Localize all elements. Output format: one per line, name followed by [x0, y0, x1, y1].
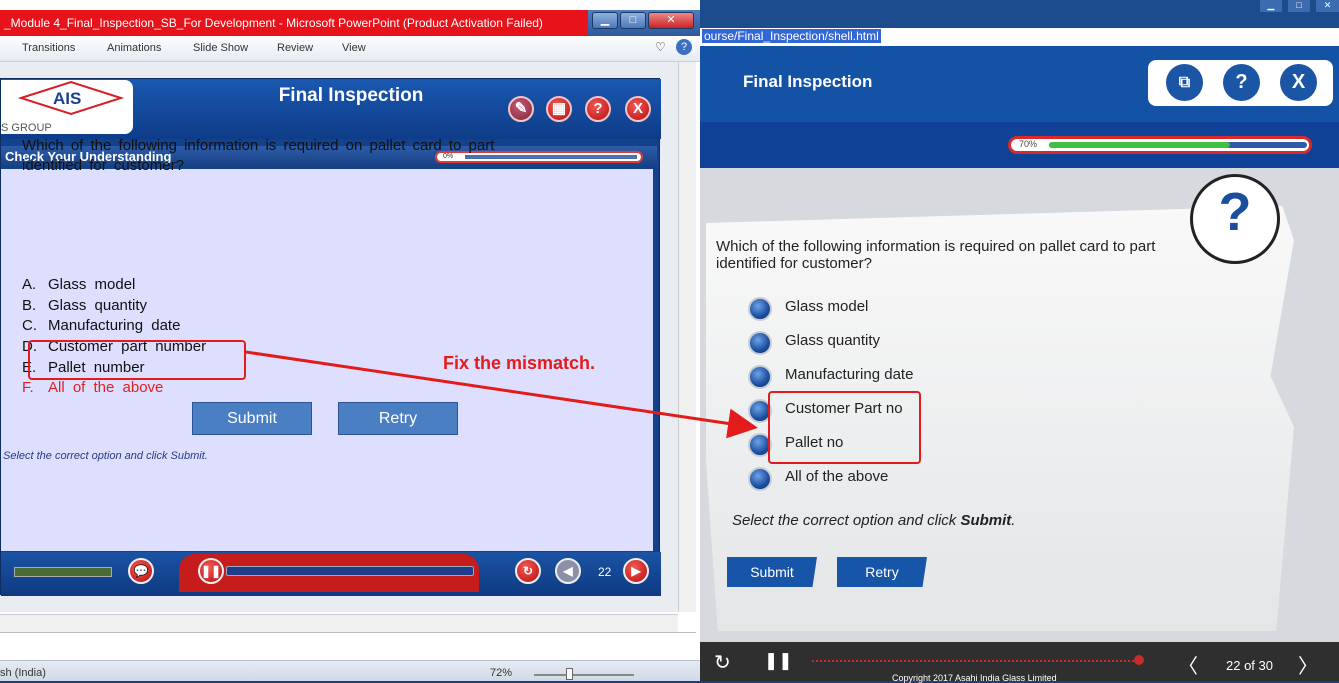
- replay-icon[interactable]: ↻: [515, 558, 541, 584]
- close-icon[interactable]: ✕: [1316, 0, 1339, 12]
- horizontal-scrollbar[interactable]: [0, 614, 678, 632]
- maximize-icon[interactable]: □: [1288, 0, 1310, 12]
- annotation-label: Fix the mismatch.: [443, 353, 596, 373]
- notes-pane[interactable]: [0, 632, 696, 660]
- minimize-icon[interactable]: ▁: [1260, 0, 1282, 12]
- instruction-text: Select the correct option and click Subm…: [3, 450, 208, 462]
- help-icon[interactable]: ?: [676, 39, 692, 55]
- help-icon[interactable]: ?: [585, 96, 611, 122]
- option-b[interactable]: B. Glass quantity: [22, 297, 147, 314]
- question-text: Which of the following information is re…: [716, 238, 1156, 272]
- status-bar: sh (India) 72%: [0, 660, 700, 681]
- highlight-box-right: [768, 391, 921, 464]
- ppt-window-title: _Module 4_Final_Inspection_SB_For Develo…: [0, 10, 588, 36]
- ais-logo: AIS S GROUP: [1, 80, 133, 134]
- url-text: ourse/Final_Inspection/shell.html: [702, 29, 881, 43]
- glossary-icon[interactable]: ✎: [508, 96, 534, 122]
- logo-subtext: S GROUP: [1, 122, 52, 134]
- radio-button[interactable]: [748, 297, 772, 321]
- option-label: Manufacturing date: [48, 317, 181, 334]
- option-label: All of the above: [48, 379, 164, 396]
- instruction-bold: Submit: [960, 512, 1012, 529]
- course-title: Final Inspection: [743, 72, 873, 91]
- zoom-slider-handle[interactable]: [566, 668, 573, 680]
- retry-button[interactable]: Retry: [837, 557, 927, 587]
- previous-icon[interactable]: ◀: [555, 558, 581, 584]
- option-letter: B.: [22, 297, 37, 314]
- tab-view[interactable]: View: [342, 42, 366, 54]
- zoom-level[interactable]: 72%: [490, 667, 512, 679]
- slide-header: AIS S GROUP Final Inspection ✎ ▦ ? X: [1, 79, 661, 139]
- radio-button[interactable]: [748, 467, 772, 491]
- exit-icon[interactable]: X: [625, 96, 651, 122]
- vertical-scrollbar[interactable]: [678, 62, 696, 612]
- minimize-icon[interactable]: ▁: [592, 12, 618, 29]
- option-label: Manufacturing date: [785, 366, 914, 383]
- course-footer: ↻ ❚❚ 〈 22 of 30 〉 Copyright 2017 Asahi I…: [700, 642, 1339, 683]
- radio-button[interactable]: [748, 365, 772, 389]
- course-header: Final Inspection ⧉ ? X: [700, 46, 1339, 122]
- option-c[interactable]: C. Manufacturing date: [22, 317, 180, 334]
- copyright-text: Copyright 2017 Asahi India Glass Limited: [892, 673, 1057, 683]
- zoom-slider[interactable]: [534, 674, 634, 676]
- submit-button[interactable]: Submit: [727, 557, 817, 587]
- menu-icon[interactable]: ▦: [546, 96, 572, 122]
- option-label: Glass model: [48, 276, 136, 293]
- slide-title: Final Inspection: [278, 85, 424, 106]
- exit-icon[interactable]: X: [1280, 64, 1317, 101]
- instruction-suffix: .: [1011, 512, 1016, 529]
- tab-slide-show[interactable]: Slide Show: [193, 42, 248, 54]
- page-number: 22: [598, 565, 612, 579]
- close-icon[interactable]: ✕: [648, 12, 694, 29]
- transcript-icon[interactable]: 💬: [128, 558, 154, 584]
- language-indicator: sh (India): [0, 667, 46, 679]
- option-label: All of the above: [785, 468, 889, 485]
- tab-transitions[interactable]: Transitions: [22, 42, 75, 54]
- question-text: Which of the following information is re…: [22, 137, 495, 174]
- option-letter: C.: [22, 317, 37, 334]
- progress-strip: 70%: [700, 122, 1339, 168]
- seek-bar[interactable]: [812, 660, 1142, 663]
- volume-slider[interactable]: [14, 567, 112, 577]
- seek-bar[interactable]: [226, 566, 474, 576]
- retry-button[interactable]: Retry: [338, 402, 458, 435]
- logo-text: AIS: [53, 89, 82, 108]
- replay-icon[interactable]: ↻: [714, 650, 731, 675]
- option-label: Glass model: [785, 298, 869, 315]
- address-bar[interactable]: ourse/Final_Inspection/shell.html: [700, 28, 1339, 46]
- instruction-prefix: Select the correct option and click: [732, 512, 961, 529]
- radio-button[interactable]: [748, 331, 772, 355]
- option-letter: F.: [22, 379, 34, 396]
- help-icon[interactable]: ?: [1223, 64, 1260, 101]
- page-counter: 22 of 30: [1226, 658, 1273, 673]
- next-icon[interactable]: 〉: [1298, 650, 1318, 679]
- browser-window: ▁ □ ✕ ourse/Final_Inspection/shell.html …: [700, 0, 1339, 683]
- progress-label: 70%: [1019, 139, 1038, 149]
- maximize-icon[interactable]: □: [620, 12, 646, 29]
- instruction-text: Select the correct option and click Subm…: [732, 512, 1015, 529]
- progress-fill: [1049, 142, 1230, 148]
- next-icon[interactable]: ▶: [623, 558, 649, 584]
- tab-review[interactable]: Review: [277, 42, 313, 54]
- seek-handle[interactable]: [1134, 655, 1144, 665]
- option-label: Glass quantity: [48, 297, 148, 314]
- question-mark-icon: ?: [1190, 174, 1280, 264]
- ppt-window-controls: ▁ □ ✕: [588, 10, 700, 36]
- ribbon-tabs: Transitions Animations Slide Show Review…: [0, 36, 700, 62]
- pause-icon[interactable]: ❚❚: [198, 558, 224, 584]
- previous-icon[interactable]: 〈: [1178, 650, 1198, 679]
- browser-titlebar: ▁ □ ✕: [700, 0, 1339, 28]
- tab-animations[interactable]: Animations: [107, 42, 161, 54]
- option-a[interactable]: A. Glass model: [22, 276, 135, 293]
- submit-button[interactable]: Submit: [192, 402, 312, 435]
- highlight-box-left: [28, 340, 246, 380]
- menu-icon[interactable]: ⧉: [1166, 64, 1203, 101]
- option-f[interactable]: F. All of the above: [22, 379, 163, 396]
- option-letter: A.: [22, 276, 37, 293]
- option-label: Glass quantity: [785, 332, 881, 349]
- chevron-down-icon[interactable]: ♡: [655, 40, 666, 54]
- progress-bar: 70%: [1008, 136, 1312, 154]
- header-buttons: ⧉ ? X: [1148, 60, 1333, 106]
- pause-icon[interactable]: ❚❚: [764, 651, 793, 671]
